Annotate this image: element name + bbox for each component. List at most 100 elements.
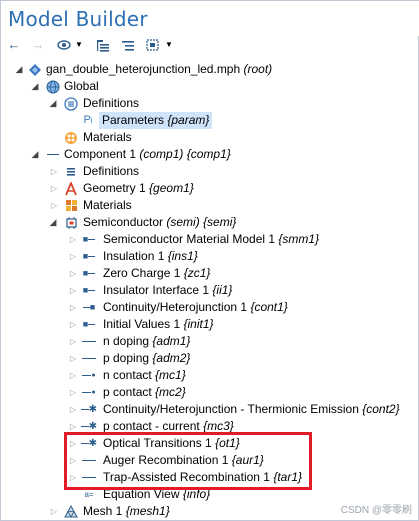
- contact-node-icon: ●: [81, 384, 97, 401]
- materials-grid-icon: [63, 197, 79, 214]
- tree-node-geometry[interactable]: ▷ Geometry 1 {geom1}: [1, 180, 419, 197]
- forward-arrow-icon[interactable]: →: [31, 37, 45, 53]
- expand-toggle-icon[interactable]: ▷: [68, 401, 78, 418]
- semi-child-tag: {smm1}: [278, 232, 320, 246]
- tree-node-semi-child[interactable]: ▷ ✱ Continuity/Heterojunction - Thermion…: [1, 401, 419, 418]
- tree-node-semiconductor[interactable]: ◢ Semiconductor (semi) {semi}: [1, 214, 419, 231]
- expand-toggle-icon[interactable]: ▷: [68, 299, 78, 316]
- expand-toggle-icon[interactable]: ▷: [68, 265, 78, 282]
- collapse-toggle-icon[interactable]: ◢: [30, 78, 40, 95]
- geometry-icon: [63, 180, 79, 197]
- boundary-pair-node-icon: ✱: [81, 401, 97, 418]
- semi-child-label: p doping: [103, 351, 150, 365]
- global-label: Global: [64, 79, 99, 93]
- tree-node-comp-materials[interactable]: ▷ Materials: [1, 197, 419, 214]
- expand-toggle-icon[interactable]: ▷: [49, 163, 59, 180]
- tree-node-semi-child[interactable]: ▷ p doping {adm2}: [1, 350, 419, 367]
- tree-node-semi-child[interactable]: ▷ ● n contact {mc1}: [1, 367, 419, 384]
- mesh-label: Mesh 1: [83, 504, 123, 518]
- definitions-icon: [63, 95, 79, 112]
- semi-child-tag: {ii1}: [212, 283, 233, 297]
- tree-node-comp-definitions[interactable]: ▷ Definitions: [1, 163, 419, 180]
- expand-toggle-icon[interactable]: ▷: [68, 248, 78, 265]
- expand-toggle-icon[interactable]: ▷: [68, 231, 78, 248]
- expand-all-icon[interactable]: [96, 37, 110, 53]
- doping-node-icon: [81, 350, 97, 367]
- semi-child-label: Continuity/Heterojunction - Thermionic E…: [103, 402, 359, 416]
- parameters-tag: {param}: [167, 113, 210, 127]
- definitions-label: Definitions: [83, 96, 140, 110]
- collapse-toggle-icon[interactable]: ◢: [30, 146, 40, 163]
- geometry-tag: {geom1}: [149, 181, 194, 195]
- boundary-node-icon: ■: [81, 265, 97, 282]
- tree-node-semi-child[interactable]: ▷ ● p contact {mc2}: [1, 384, 419, 401]
- semi-child-tag: {mc2}: [155, 385, 186, 399]
- semi-child-tag: {mc1}: [155, 368, 186, 382]
- component-icon: [45, 146, 61, 163]
- show-dropdown-icon[interactable]: ▼: [74, 37, 84, 53]
- expand-toggle-icon[interactable]: ▷: [68, 333, 78, 350]
- tree-node-semi-child[interactable]: ▷ ■ Insulator Interface 1 {ii1}: [1, 282, 419, 299]
- tree-node-root[interactable]: ◢ gan_double_heterojunction_led.mph (roo…: [1, 61, 419, 78]
- tree-node-semi-child[interactable]: ▷ ■ Semiconductor Material Model 1 {smm1…: [1, 231, 419, 248]
- collapse-toggle-icon[interactable]: ◢: [48, 214, 58, 231]
- semi-child-label: Zero Charge 1: [103, 266, 181, 280]
- model-file-icon: [27, 61, 43, 78]
- tree-node-semi-child[interactable]: ▷ ■ Initial Values 1 {init1}: [1, 316, 419, 333]
- boundary-node-icon: ■: [81, 282, 97, 299]
- semi-child-label: n doping: [103, 334, 150, 348]
- definitions-list-icon: [63, 163, 79, 180]
- comp-materials-label: Materials: [83, 198, 132, 212]
- tree-node-component[interactable]: ◢ Component 1 (comp1) {comp1}: [1, 146, 419, 163]
- tree-options-icon[interactable]: [144, 37, 160, 53]
- doping-node-icon: [81, 333, 97, 350]
- root-tag: (root): [243, 62, 273, 76]
- tree-node-semi-child[interactable]: ▷ n doping {adm1}: [1, 333, 419, 350]
- semi-child-label: p contact - current: [103, 419, 200, 433]
- semi-child-label: n contact: [103, 368, 152, 382]
- semi-child-tag: {mc3}: [203, 419, 234, 433]
- expand-toggle-icon[interactable]: ▷: [49, 197, 59, 214]
- expand-toggle-icon[interactable]: ▷: [68, 384, 78, 401]
- expand-toggle-icon[interactable]: ▷: [49, 503, 59, 520]
- semiconductor-label: Semiconductor: [83, 215, 164, 229]
- title-bar: Model Builder: [1, 1, 419, 36]
- comp-definitions-label: Definitions: [83, 164, 140, 178]
- watermark: CSDN @零零刷: [340, 505, 412, 516]
- mesh-icon: [63, 503, 79, 520]
- semi-child-label: Insulation 1: [103, 249, 165, 263]
- toolbar: ← → ▼ ▼: [1, 36, 419, 56]
- semiconductor-icon: [63, 214, 79, 231]
- boundary-node-icon: ■: [81, 248, 97, 265]
- semi-child-tag: {adm1}: [152, 334, 191, 348]
- tree-node-global-definitions[interactable]: ◢ Definitions: [1, 95, 419, 112]
- collapse-all-icon[interactable]: [121, 37, 135, 53]
- tree-node-semi-child[interactable]: ▷ ■ Zero Charge 1 {zc1}: [1, 265, 419, 282]
- tree-options-dropdown-icon[interactable]: ▼: [164, 37, 174, 53]
- expand-toggle-icon[interactable]: ▷: [68, 282, 78, 299]
- tree-node-global[interactable]: ◢ Global: [1, 78, 419, 95]
- geometry-label: Geometry 1: [83, 181, 146, 195]
- expand-toggle-icon[interactable]: ▷: [68, 350, 78, 367]
- model-builder-window: Model Builder ← → ▼ ▼ ◢ gan_double_heter…: [0, 0, 419, 521]
- tree-node-global-materials[interactable]: Materials: [1, 129, 419, 146]
- collapse-toggle-icon[interactable]: ◢: [14, 61, 24, 78]
- expand-toggle-icon[interactable]: ▷: [68, 367, 78, 384]
- tree-node-semi-child[interactable]: ▷ ■ Insulation 1 {ins1}: [1, 248, 419, 265]
- back-arrow-icon[interactable]: ←: [7, 37, 21, 53]
- contact-node-icon: ●: [81, 367, 97, 384]
- component-tag: (comp1) {comp1}: [139, 147, 231, 161]
- expand-toggle-icon[interactable]: ▷: [68, 316, 78, 333]
- materials-label: Materials: [83, 130, 132, 144]
- semi-child-tag: {cont1}: [250, 300, 288, 314]
- materials-icon: [63, 129, 79, 146]
- parameters-icon: Pi: [83, 114, 93, 126]
- show-icon[interactable]: [57, 37, 71, 53]
- parameters-label: Parameters: [102, 113, 165, 127]
- tree-node-semi-child[interactable]: ▷ ■ Continuity/Heterojunction 1 {cont1}: [1, 299, 419, 316]
- root-label: gan_double_heterojunction_led.mph: [46, 62, 241, 76]
- semi-child-label: Continuity/Heterojunction 1: [103, 300, 248, 314]
- collapse-toggle-icon[interactable]: ◢: [48, 95, 58, 112]
- tree-node-parameters[interactable]: Pi Parameters {param}: [1, 112, 419, 129]
- expand-toggle-icon[interactable]: ▷: [49, 180, 59, 197]
